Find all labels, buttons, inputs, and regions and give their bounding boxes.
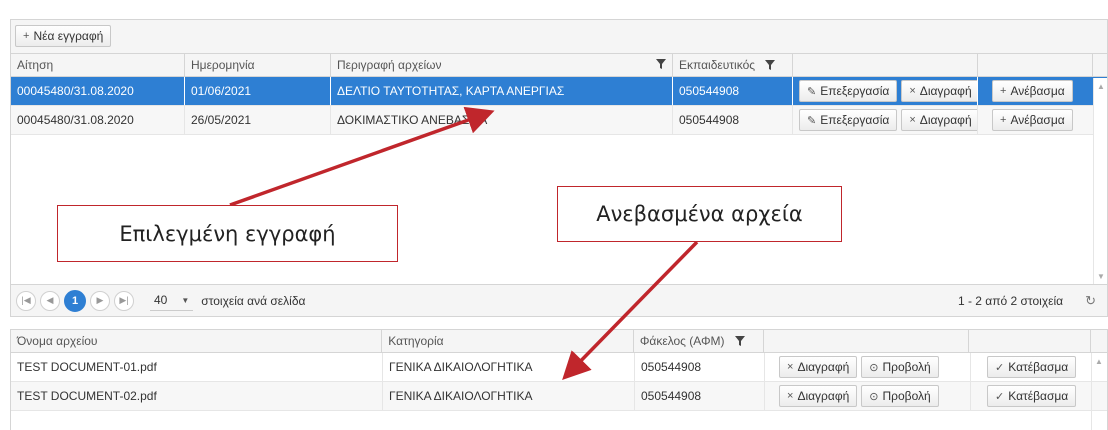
view-file-button[interactable]: ⊙ Προβολή bbox=[861, 356, 939, 378]
cell-category: ΓΕΝΙΚΑ ΔΙΚΑΙΟΛΟΓΗΤΙΚΑ bbox=[383, 353, 635, 381]
prev-page-icon[interactable]: ◀ bbox=[40, 290, 60, 311]
close-icon: × bbox=[909, 85, 916, 97]
edit-button[interactable]: ✎ Επεξεργασία bbox=[799, 109, 898, 131]
last-page-icon[interactable]: ▶| bbox=[114, 290, 134, 311]
column-header-description[interactable]: Περιγραφή αρχείων bbox=[331, 54, 673, 76]
grid-toolbar: + Νέα εγγραφή bbox=[11, 20, 1107, 54]
cell-description: ΔΕΛΤΙΟ ΤΑΥΤΟΤΗΤΑΣ, ΚΑΡΤΑ ΑΝΕΡΓΙΑΣ bbox=[331, 77, 673, 105]
column-header-file-name[interactable]: Όνομα αρχείου bbox=[11, 330, 383, 352]
close-icon: × bbox=[787, 361, 794, 373]
cell-actions: ✎ Επεξεργασία × Διαγραφή bbox=[793, 106, 978, 134]
plus-icon: + bbox=[1000, 85, 1007, 97]
eye-icon: ⊙ bbox=[869, 361, 879, 374]
column-header-application[interactable]: Αίτηση bbox=[11, 54, 185, 76]
filter-icon[interactable] bbox=[734, 336, 745, 346]
download-button[interactable]: ✓ Κατέβασμα bbox=[987, 385, 1077, 407]
page-size-label: στοιχεία ανά σελίδα bbox=[201, 293, 306, 308]
filter-icon[interactable] bbox=[765, 60, 776, 70]
cell-file-actions: × Διαγραφή ⊙ Προβολή bbox=[765, 353, 971, 381]
cell-application: 00045480/31.08.2020 bbox=[11, 106, 185, 134]
plus-icon: + bbox=[23, 30, 30, 42]
column-header-folder[interactable]: Φάκελος (ΑΦΜ) bbox=[634, 330, 764, 352]
pager: |◀ ◀ 1 ▶ ▶| 40 ▼ στοιχεία ανά σελίδα 1 -… bbox=[11, 284, 1107, 316]
chevron-down-icon: ▼ bbox=[181, 295, 190, 305]
cell-description: ΔΟΚΙΜΑΣΤΙΚΟ ΑΝΕΒΑΣΜΑ bbox=[331, 106, 673, 134]
cell-file-name: TEST DOCUMENT-01.pdf bbox=[11, 353, 383, 381]
cell-application: 00045480/31.08.2020 bbox=[11, 77, 185, 105]
table-row[interactable]: 00045480/31.08.2020 26/05/2021 ΔΟΚΙΜΑΣΤΙ… bbox=[11, 106, 1107, 135]
vertical-scrollbar[interactable]: ▲ ▼ bbox=[1093, 78, 1107, 285]
check-icon: ✓ bbox=[995, 390, 1005, 403]
first-page-icon[interactable]: |◀ bbox=[16, 290, 36, 311]
delete-file-button[interactable]: × Διαγραφή bbox=[779, 385, 858, 407]
scroll-up-icon[interactable]: ▲ bbox=[1097, 82, 1105, 91]
column-header-actions bbox=[793, 54, 978, 76]
check-icon: ✓ bbox=[995, 361, 1005, 374]
cell-date: 26/05/2021 bbox=[185, 106, 331, 134]
table-row-selected[interactable]: 00045480/31.08.2020 01/06/2021 ΔΕΛΤΙΟ ΤΑ… bbox=[11, 77, 1107, 106]
upload-button[interactable]: + Ανέβασμα bbox=[992, 109, 1073, 131]
cell-category: ΓΕΝΙΚΑ ΔΙΚΑΙΟΛΟΓΗΤΙΚΑ bbox=[383, 382, 635, 410]
cell-teacher: 050544908 bbox=[673, 106, 793, 134]
files-header: Όνομα αρχείου Κατηγορία Φάκελος (ΑΦΜ) bbox=[11, 330, 1107, 353]
column-header-teacher[interactable]: Εκπαιδευτικός bbox=[673, 54, 793, 76]
cell-upload: + Ανέβασμα bbox=[978, 77, 1093, 105]
pencil-icon: ✎ bbox=[807, 85, 817, 98]
column-header-file-actions bbox=[764, 330, 970, 352]
plus-icon: + bbox=[1000, 114, 1007, 126]
cell-actions: ✎ Επεξεργασία × Διαγραφή bbox=[793, 77, 978, 105]
cell-download: ✓ Κατέβασμα bbox=[971, 382, 1093, 410]
eye-icon: ⊙ bbox=[869, 390, 879, 403]
scroll-down-icon[interactable]: ▼ bbox=[1097, 272, 1105, 281]
cell-date: 01/06/2021 bbox=[185, 77, 331, 105]
files-grid: Όνομα αρχείου Κατηγορία Φάκελος (ΑΦΜ) TE… bbox=[10, 329, 1108, 430]
pencil-icon: ✎ bbox=[807, 114, 817, 127]
filter-icon[interactable] bbox=[656, 59, 666, 69]
refresh-icon[interactable]: ↻ bbox=[1085, 293, 1096, 309]
column-header-upload bbox=[978, 54, 1093, 76]
cell-upload: + Ανέβασμα bbox=[978, 106, 1093, 134]
callout-selected-record: Επιλεγμένη εγγραφή bbox=[57, 205, 398, 262]
cell-folder: 050544908 bbox=[635, 353, 765, 381]
cell-teacher: 050544908 bbox=[673, 77, 793, 105]
cell-file-name: TEST DOCUMENT-02.pdf bbox=[11, 382, 383, 410]
close-icon: × bbox=[787, 390, 794, 402]
upload-button[interactable]: + Ανέβασμα bbox=[992, 80, 1073, 102]
header-scroll-spacer bbox=[1091, 330, 1107, 352]
vertical-scrollbar[interactable]: ▲ bbox=[1091, 353, 1107, 430]
records-grid: + Νέα εγγραφή Αίτηση Ημερομηνία Περιγραφ… bbox=[10, 19, 1108, 317]
page-size-select[interactable]: 40 ▼ bbox=[150, 291, 194, 311]
column-header-category[interactable]: Κατηγορία bbox=[382, 330, 634, 352]
header-scroll-spacer bbox=[1093, 54, 1107, 76]
new-record-button[interactable]: + Νέα εγγραφή bbox=[15, 25, 112, 47]
delete-button[interactable]: × Διαγραφή bbox=[901, 109, 977, 131]
callout-uploaded-files: Ανεβασμένα αρχεία bbox=[557, 186, 842, 242]
delete-file-button[interactable]: × Διαγραφή bbox=[779, 356, 858, 378]
cell-download: ✓ Κατέβασμα bbox=[971, 353, 1093, 381]
column-header-download bbox=[969, 330, 1091, 352]
column-header-date[interactable]: Ημερομηνία bbox=[185, 54, 331, 76]
close-icon: × bbox=[909, 114, 916, 126]
cell-file-actions: × Διαγραφή ⊙ Προβολή bbox=[765, 382, 971, 410]
edit-button[interactable]: ✎ Επεξεργασία bbox=[799, 80, 898, 102]
new-record-label: Νέα εγγραφή bbox=[33, 29, 104, 43]
next-page-icon[interactable]: ▶ bbox=[90, 290, 110, 311]
table-row[interactable]: TEST DOCUMENT-01.pdf ΓΕΝΙΚΑ ΔΙΚΑΙΟΛΟΓΗΤΙ… bbox=[11, 353, 1107, 382]
delete-button[interactable]: × Διαγραφή bbox=[901, 80, 977, 102]
table-row[interactable]: TEST DOCUMENT-02.pdf ΓΕΝΙΚΑ ΔΙΚΑΙΟΛΟΓΗΤΙ… bbox=[11, 382, 1107, 411]
scroll-up-icon[interactable]: ▲ bbox=[1095, 357, 1103, 366]
view-file-button[interactable]: ⊙ Προβολή bbox=[861, 385, 939, 407]
cell-folder: 050544908 bbox=[635, 382, 765, 410]
current-page-button[interactable]: 1 bbox=[64, 289, 86, 312]
download-button[interactable]: ✓ Κατέβασμα bbox=[987, 356, 1077, 378]
records-header: Αίτηση Ημερομηνία Περιγραφή αρχείων Εκπα… bbox=[11, 54, 1107, 77]
pager-info: 1 - 2 από 2 στοιχεία bbox=[957, 293, 1064, 308]
